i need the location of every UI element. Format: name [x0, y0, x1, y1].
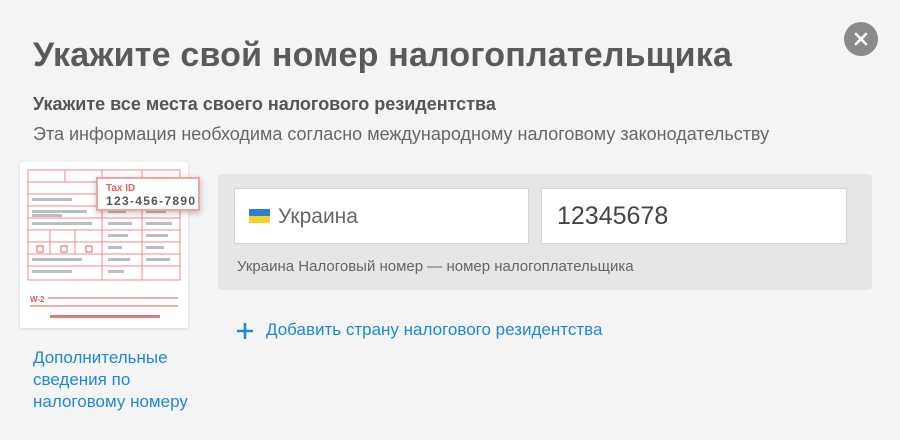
svg-text:W-2: W-2 [30, 295, 45, 304]
tax-number-input[interactable] [541, 188, 847, 244]
tax-id-callout: Tax ID 123-456-7890 [96, 177, 200, 211]
page-description: Эта информация необходима согласно между… [33, 124, 770, 144]
add-country-label: Добавить страну налогового резидентства [266, 320, 603, 339]
plus-icon [237, 323, 253, 339]
close-icon [854, 32, 868, 46]
close-button[interactable] [844, 22, 878, 56]
tax-id-value: 123-456-7890 [106, 194, 197, 208]
page-title: Укажите свой номер налогоплательщика [33, 36, 733, 74]
page-subtitle: Укажите все места своего налогового рези… [33, 94, 496, 114]
country-value: Украина [278, 205, 358, 228]
country-select[interactable]: Украина [234, 188, 529, 244]
flag-ukraine-icon [249, 209, 270, 223]
tax-number-hint: Украина Налоговый номер — номер налогопл… [237, 258, 634, 275]
tax-id-label: Tax ID [106, 183, 136, 194]
tax-number-info-link[interactable]: Дополнительные сведения по налоговому но… [33, 347, 213, 413]
tax-residency-panel: Украина Украина Налоговый номер — номер … [218, 174, 872, 290]
